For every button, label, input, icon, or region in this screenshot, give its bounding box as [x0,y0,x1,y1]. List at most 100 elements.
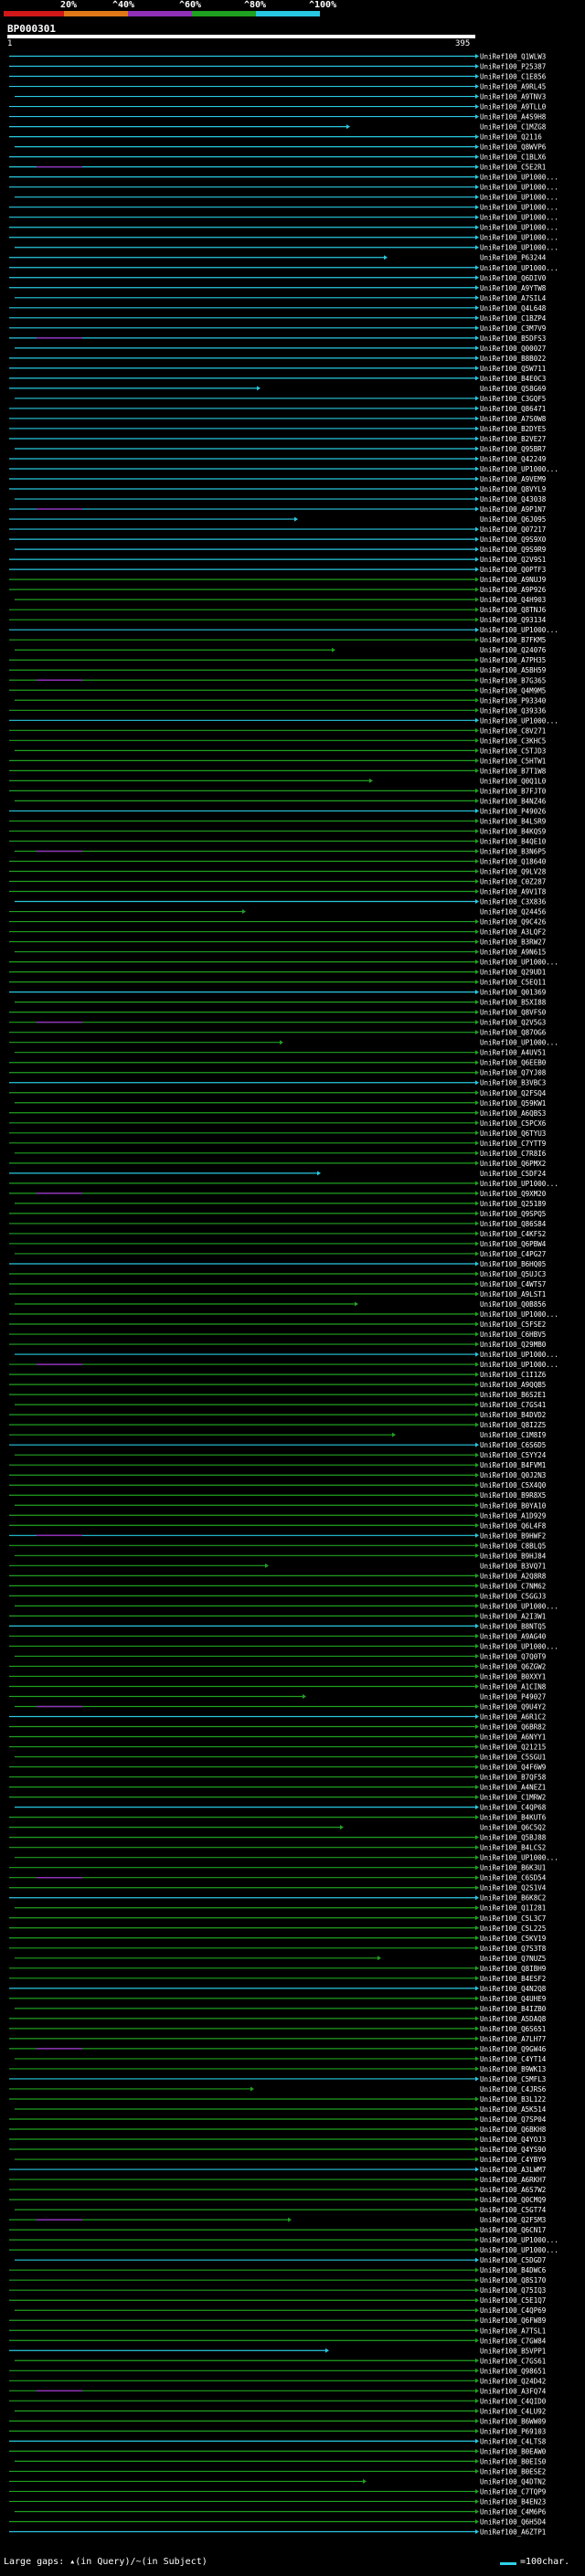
hit-row[interactable]: UniRef100_C4LTS8 [9,2437,547,2445]
hit-row[interactable]: UniRef100_UP1000... [9,1180,558,1188]
hit-row[interactable]: UniRef100_B4DWC6 [9,2266,547,2274]
hit-row[interactable]: UniRef100_C5DGD7 [15,2256,546,2264]
hit-row[interactable]: UniRef100_Q8I2Z5 [9,1421,546,1429]
hit-id-label[interactable]: UniRef100_UP1000... [480,184,558,192]
hit-row[interactable]: UniRef100_A7S0W8 [9,415,547,423]
hit-row[interactable]: UniRef100_UP1000... [9,174,558,182]
hit-row[interactable]: UniRef100_A9LST1 [9,1290,546,1299]
hit-id-label[interactable]: UniRef100_C1MZG8 [480,123,547,132]
hit-id-label[interactable]: UniRef100_Q7SP04 [480,2115,547,2124]
hit-row[interactable]: UniRef100_A6NYY1 [9,1733,546,1742]
hit-id-label[interactable]: UniRef100_A9LST1 [480,1290,546,1299]
hit-id-label[interactable]: UniRef100_C4KFS2 [480,1230,546,1238]
hit-row[interactable]: UniRef100_C5GGJ3 [9,1592,546,1600]
hit-id-label[interactable]: UniRef100_Q7S3T8 [480,1945,547,1953]
hit-row[interactable]: UniRef100_Q21215 [9,1744,546,1752]
hit-row[interactable]: UniRef100_A5DAQ8 [9,2015,547,2023]
hit-row[interactable]: UniRef100_A3FQ74 [9,2387,547,2395]
hit-id-label[interactable]: UniRef100_C4QP68 [480,1804,547,1812]
hit-row[interactable]: UniRef100_C4LU92 [15,2407,546,2415]
hit-id-label[interactable]: UniRef100_UP1000... [480,174,558,182]
hit-row[interactable]: UniRef100_A9V1T8 [9,888,547,896]
hit-row[interactable]: UniRef100_Q01369 [9,989,546,997]
hit-row[interactable]: UniRef100_Q6H5D4 [9,2518,547,2526]
hit-id-label[interactable]: UniRef100_C6SD54 [480,1874,547,1882]
hit-row[interactable]: UniRef100_B0ESE2 [9,2467,546,2475]
hit-row[interactable]: UniRef100_Q9S9X0 [9,535,547,544]
hit-row[interactable]: UniRef100_C5E2R1 [9,164,546,172]
hit-row[interactable]: UniRef100_UP1000... [15,244,558,252]
hit-row[interactable]: UniRef100_UP1000... [9,264,558,272]
hit-row[interactable]: UniRef100_Q18640 [9,857,547,865]
hit-id-label[interactable]: UniRef100_Q98651 [480,2367,546,2375]
hit-id-label[interactable]: UniRef100_C5YY24 [480,1451,547,1459]
hit-id-label[interactable]: UniRef100_Q9S9R9 [480,546,546,554]
hit-row[interactable]: UniRef100_C7TQP9 [9,2487,546,2496]
hit-id-label[interactable]: UniRef100_UP1000... [480,224,558,232]
hit-id-label[interactable]: UniRef100_UP1000... [480,204,558,212]
hit-id-label[interactable]: UniRef100_C5SGU1 [480,1754,546,1762]
hit-id-label[interactable]: UniRef100_C5HTW1 [480,757,546,765]
hit-id-label[interactable]: UniRef100_Q8I2Z5 [480,1421,546,1429]
hit-id-label[interactable]: UniRef100_C3KHC5 [480,737,546,745]
hit-id-label[interactable]: UniRef100_Q24076 [480,646,547,654]
hit-id-label[interactable]: UniRef100_Q01369 [480,989,546,997]
hit-row[interactable]: UniRef100_A2Q8R8 [9,1572,547,1580]
hit-row[interactable]: UniRef100_A7PH35 [9,656,546,664]
hit-id-label[interactable]: UniRef100_Q4UHE9 [480,1995,546,2003]
hit-row[interactable]: UniRef100_Q0Q1L0 [9,777,547,785]
hit-row[interactable]: UniRef100_B5VPP1 [9,2347,546,2355]
hit-row[interactable]: UniRef100_Q6ZGW2 [9,1662,546,1670]
hit-id-label[interactable]: UniRef100_Q4M9M5 [480,686,546,694]
hit-id-label[interactable]: UniRef100_B0YA10 [480,1501,547,1510]
hit-id-label[interactable]: UniRef100_B9R8X5 [480,1491,546,1500]
hit-row[interactable]: UniRef100_C3GQF5 [15,395,546,403]
hit-id-label[interactable]: UniRef100_Q29MB0 [480,1341,547,1349]
hit-row[interactable]: UniRef100_C4M6P6 [15,2507,547,2516]
hit-row[interactable]: UniRef100_C4QID0 [9,2397,547,2405]
hit-row[interactable]: UniRef100_C7GS61 [15,2357,546,2365]
hit-id-label[interactable]: UniRef100_Q6BKH8 [480,2125,547,2134]
hit-id-label[interactable]: UniRef100_B5VPP1 [480,2347,546,2355]
hit-id-label[interactable]: UniRef100_C7GW84 [480,2337,547,2345]
hit-id-label[interactable]: UniRef100_Q75IQ3 [480,2286,546,2295]
hit-row[interactable]: UniRef100_Q5W711 [9,365,546,373]
hit-id-label[interactable]: UniRef100_Q4YOJ3 [480,2136,546,2144]
hit-id-label[interactable]: UniRef100_Q5UJC3 [480,1270,546,1278]
hit-id-label[interactable]: UniRef100_B9HWF2 [480,1532,546,1540]
hit-row[interactable]: UniRef100_Q43038 [15,495,547,504]
hit-row[interactable]: UniRef100_B0EAW0 [9,2447,547,2455]
hit-id-label[interactable]: UniRef100_B9WK13 [480,2065,546,2073]
hit-id-label[interactable]: UniRef100_C7GS61 [480,2357,546,2365]
hit-id-label[interactable]: UniRef100_Q7YJ08 [480,1069,547,1077]
hit-row[interactable]: UniRef100_Q4N2Q8 [9,1985,547,1993]
hit-row[interactable]: UniRef100_UP1000... [9,1642,558,1650]
hit-row[interactable]: UniRef100_Q0PTF3 [9,566,546,574]
hit-id-label[interactable]: UniRef100_UP1000... [480,264,558,272]
hit-id-label[interactable]: UniRef100_B4IZB0 [480,2005,547,2013]
hit-row[interactable]: UniRef100_UP1000... [9,2236,558,2244]
hit-row[interactable]: UniRef100_Q42249 [9,455,546,463]
hit-id-label[interactable]: UniRef100_Q6EEB0 [480,1059,547,1067]
hit-row[interactable]: UniRef100_B3N6P5 [15,847,546,855]
hit-id-label[interactable]: UniRef100_Q9U4Y2 [480,1702,546,1711]
hit-id-label[interactable]: UniRef100_Q4H903 [480,596,546,604]
hit-id-label[interactable]: UniRef100_Q86471 [480,405,546,413]
hit-id-label[interactable]: UniRef100_Q1WLW3 [480,53,546,61]
hit-id-label[interactable]: UniRef100_UP1000... [480,626,558,634]
hit-row[interactable]: UniRef100_C1MRW2 [9,1794,546,1802]
hit-id-label[interactable]: UniRef100_C4JRS6 [480,2085,547,2094]
hit-row[interactable]: UniRef100_C6SD54 [9,1874,547,1882]
hit-id-label[interactable]: UniRef100_Q6DIV0 [480,274,547,282]
hit-id-label[interactable]: UniRef100_B6S2E1 [480,1391,546,1399]
hit-row[interactable]: UniRef100_UP1000... [9,204,558,212]
hit-id-label[interactable]: UniRef100_Q4L648 [480,304,547,313]
hit-row[interactable]: UniRef100_A9TLL0 [9,103,547,111]
hit-id-label[interactable]: UniRef100_Q2V5G3 [480,1019,546,1027]
hit-row[interactable]: UniRef100_Q98651 [9,2367,546,2375]
hit-row[interactable]: UniRef100_A2I3W1 [9,1612,546,1620]
hit-row[interactable]: UniRef100_Q0CMQ9 [9,2196,546,2204]
hit-row[interactable]: UniRef100_B2DYE5 [9,425,546,433]
hit-row[interactable]: UniRef100_Q9SPQ5 [9,1210,546,1218]
hit-id-label[interactable]: UniRef100_C3GQF5 [480,395,546,403]
